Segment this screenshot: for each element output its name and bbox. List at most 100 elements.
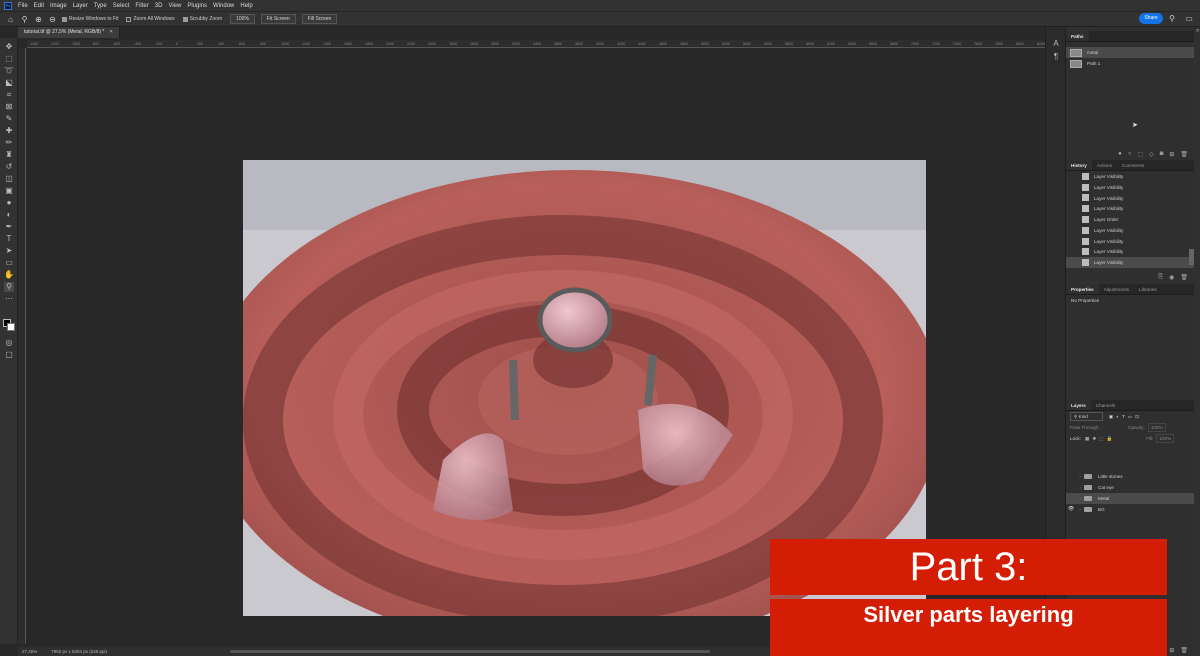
frame-tool-icon[interactable]: ⊠ [4, 102, 14, 112]
menu-image[interactable]: Image [50, 3, 67, 9]
history-item[interactable]: Layer Visibility [1066, 182, 1194, 193]
history-scrollbar[interactable] [1189, 249, 1194, 265]
lock-artboard-icon[interactable]: ⬚ [1099, 433, 1103, 444]
character-panel-icon[interactable]: A [1051, 39, 1061, 49]
zoom-all-windows-checkbox[interactable]: Zoom All Windows [126, 16, 175, 22]
move-tool-icon[interactable]: ✥ [4, 42, 14, 52]
scrubby-zoom-checkbox[interactable]: Scrubby Zoom [182, 16, 222, 22]
fill-path-icon[interactable]: ● [1118, 151, 1122, 157]
zoom-tool-icon[interactable]: ⚲ [20, 15, 29, 24]
expand-group-chevron-icon[interactable]: › [1076, 482, 1084, 493]
menu-plugins[interactable]: Plugins [187, 3, 207, 9]
history-item[interactable]: Layer Visibility [1066, 236, 1194, 247]
dodge-tool-icon[interactable]: ◐ [4, 210, 14, 220]
tab-layers[interactable]: Layers [1066, 400, 1091, 410]
opacity-value[interactable]: 100% [1147, 423, 1166, 432]
history-item[interactable]: Layer Visibility [1066, 203, 1194, 214]
menu-help[interactable]: Help [240, 3, 252, 9]
hand-tool-icon[interactable]: ✋ [4, 270, 14, 280]
tab-actions[interactable]: Actions [1092, 160, 1117, 170]
tab-history[interactable]: History [1066, 160, 1092, 170]
blend-mode-select[interactable]: Pass Through [1070, 422, 1125, 433]
eyedropper-tool-icon[interactable]: ✎ [4, 114, 14, 124]
workspace-icon[interactable]: ▭ [1184, 13, 1194, 24]
filter-shape-icon[interactable]: ▭ [1128, 411, 1132, 422]
history-item[interactable]: Layer Visibility [1066, 225, 1194, 236]
type-tool-icon[interactable]: T [4, 234, 14, 244]
expand-group-chevron-icon[interactable]: › [1076, 493, 1084, 504]
close-icon[interactable]: × [110, 29, 113, 35]
more-tools-icon[interactable]: ⋯ [4, 294, 14, 304]
brush-tool-icon[interactable]: ✏ [4, 138, 14, 148]
delete-state-icon[interactable]: 🗑 [1180, 274, 1188, 281]
layer-filter-kind[interactable]: ⚲ Kind [1070, 412, 1103, 421]
filter-smart-object-icon[interactable]: ⊡ [1135, 411, 1139, 422]
history-item[interactable]: Layer Visibility [1066, 193, 1194, 204]
crop-tool-icon[interactable]: ⌗ [4, 90, 14, 100]
filter-adjustment-icon[interactable]: ◐ [1116, 411, 1119, 422]
stroke-path-icon[interactable]: ○ [1128, 151, 1132, 157]
zoom-100-button[interactable]: 100% [230, 14, 255, 24]
make-path-icon[interactable]: ◇ [1149, 151, 1154, 158]
zoom-tool-icon[interactable]: ⚲ [4, 282, 14, 292]
delete-path-icon[interactable]: 🗑 [1180, 151, 1188, 158]
home-icon[interactable]: ⌂ [6, 15, 15, 24]
fill-value[interactable]: 100% [1156, 434, 1175, 443]
layer-row[interactable]: › Cat eye [1066, 482, 1194, 493]
search-icon[interactable]: ⚲ [1167, 13, 1177, 24]
menu-type[interactable]: Type [94, 3, 107, 9]
checkbox-box[interactable] [126, 16, 132, 22]
tab-adjustments[interactable]: Adjustments [1099, 284, 1134, 294]
menu-file[interactable]: File [18, 3, 28, 9]
history-item[interactable]: Layer Visibility [1066, 257, 1194, 269]
resize-windows-checkbox[interactable]: Resize Windows to Fit [62, 16, 118, 22]
checkbox-box[interactable] [182, 16, 188, 22]
object-select-tool-icon[interactable]: ⬕ [4, 78, 14, 88]
clone-stamp-icon[interactable]: ♜ [4, 150, 14, 160]
new-path-icon[interactable]: ⊞ [1169, 151, 1174, 158]
tab-channels[interactable]: Channels [1091, 400, 1120, 410]
blur-tool-icon[interactable]: ● [4, 198, 14, 208]
tab-libraries[interactable]: Libraries [1134, 284, 1162, 294]
menu-view[interactable]: View [168, 3, 181, 9]
document-tab[interactable]: tutorial.tif @ 27,5% (Metal, RGB/8) * × [18, 27, 120, 38]
zoom-level[interactable]: 27,45% [22, 647, 37, 656]
share-button[interactable]: Share [1139, 13, 1163, 24]
eraser-tool-icon[interactable]: ◫ [4, 174, 14, 184]
collapse-panels-icon[interactable]: « [1196, 28, 1199, 34]
menu-edit[interactable]: Edit [34, 3, 44, 9]
menu-layer[interactable]: Layer [73, 3, 88, 9]
zoom-in-icon[interactable]: ⊕ [34, 15, 43, 24]
paragraph-panel-icon[interactable]: ¶ [1051, 52, 1061, 62]
pen-tool-icon[interactable]: ✒ [4, 222, 14, 232]
menu-filter[interactable]: Filter [135, 3, 148, 9]
lock-pixels-icon[interactable]: ▦ [1085, 433, 1089, 444]
layer-row[interactable]: › Metal [1066, 493, 1194, 504]
lock-position-icon[interactable]: ✥ [1092, 433, 1096, 444]
quick-mask-icon[interactable]: ◎ [4, 338, 14, 348]
menu-select[interactable]: Select [113, 3, 130, 9]
photoshop-logo[interactable]: Ps [4, 1, 12, 10]
layer-visibility-eye-icon[interactable]: 👁 [1066, 504, 1076, 515]
add-mask-icon[interactable]: ◙ [1160, 151, 1164, 157]
load-selection-icon[interactable]: ⬚ [1137, 151, 1143, 158]
menu-window[interactable]: Window [213, 3, 234, 9]
path-item-path-1[interactable]: Path 1 [1066, 58, 1194, 69]
tab-properties[interactable]: Properties [1066, 284, 1099, 294]
zoom-out-icon[interactable]: ⊖ [48, 15, 57, 24]
background-color-swatch[interactable] [7, 323, 15, 331]
checkbox-box[interactable] [62, 16, 67, 22]
tab-paths[interactable]: Paths [1066, 31, 1089, 41]
new-layer-icon[interactable]: ⊞ [1169, 647, 1174, 654]
lock-all-icon[interactable]: 🔒 [1107, 433, 1113, 444]
shape-tool-icon[interactable]: ▭ [4, 258, 14, 268]
path-item-metal[interactable]: metal [1066, 47, 1194, 58]
snapshot-icon[interactable]: ◉ [1169, 274, 1174, 281]
delete-layer-icon[interactable]: 🗑 [1180, 647, 1188, 654]
new-document-from-state-icon[interactable]: ⎘ [1158, 274, 1163, 281]
filter-pixel-icon[interactable]: ▣ [1109, 411, 1113, 422]
fit-screen-button[interactable]: Fit Screen [260, 14, 296, 24]
history-item[interactable]: Layer Visibility [1066, 171, 1194, 182]
layer-row[interactable]: › Little stones [1066, 471, 1194, 482]
path-select-icon[interactable]: ➤ [4, 246, 14, 256]
